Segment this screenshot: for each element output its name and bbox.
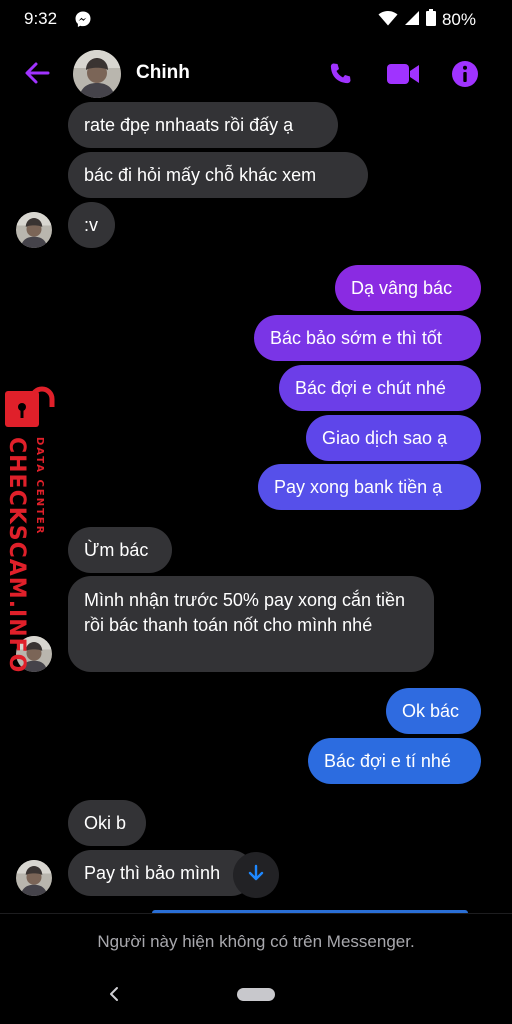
status-time: 9:32 (24, 9, 58, 28)
home-gesture-pill[interactable] (237, 988, 275, 1001)
contact-avatar-small[interactable] (16, 860, 52, 896)
incoming-message[interactable]: Mình nhận trước 50% pay xong cắn tiền rồ… (68, 576, 434, 672)
phone-icon[interactable] (326, 60, 354, 88)
nav-back-icon[interactable] (104, 984, 124, 1004)
incoming-message[interactable]: Pay thì bảo mình (68, 850, 254, 896)
watermark-tagline: DATA CENTER (34, 437, 45, 536)
video-camera-icon[interactable] (386, 61, 420, 87)
message-text: Giao dịch sao ạ (322, 427, 448, 448)
message-text: Pay xong bank tiền ạ (274, 476, 443, 497)
watermark-brand: CHECKSCAM.INFO (4, 437, 29, 674)
watermark: CHECKSCAM.INFO DATA CENTER (2, 385, 56, 673)
message-text: Bác bảo sớm e thì tốt (270, 327, 442, 348)
message-text: Oki b (84, 812, 127, 833)
message-text: Ok bác (402, 700, 460, 721)
status-icons: 80% (378, 9, 476, 31)
outgoing-message[interactable]: Dạ vâng bác (335, 265, 481, 311)
outgoing-message[interactable]: Pay xong bank tiền ạ (258, 464, 481, 510)
incoming-message[interactable]: Ừm bác (68, 527, 172, 573)
outgoing-message[interactable]: Bác đợi e tí nhé (308, 738, 481, 784)
outgoing-message[interactable]: Bác đợi e chút nhé (279, 365, 481, 411)
message-text: Dạ vâng bác (351, 277, 453, 298)
lock-icon (2, 385, 56, 431)
incoming-message[interactable]: bác đi hỏi mấy chỗ khác xem (68, 152, 368, 198)
messenger-icon (74, 10, 92, 28)
incoming-message[interactable]: :v (68, 202, 115, 248)
message-text: Mình nhận trước 50% pay xong cắn tiền rồ… (84, 590, 406, 635)
back-arrow-icon[interactable] (22, 58, 52, 88)
outgoing-message[interactable]: Giao dịch sao ạ (306, 415, 481, 461)
info-icon[interactable] (451, 60, 479, 88)
message-text: Ừm bác (84, 539, 149, 560)
conversation-header: Chinh (0, 44, 512, 104)
incoming-message[interactable]: rate đpẹ nnhaats rồi đấy ạ (68, 102, 338, 148)
message-text: :v (84, 214, 99, 235)
composer-area: Người này hiện không có trên Messenger. (0, 913, 512, 1024)
unavailable-notice: Người này hiện không có trên Messenger. (97, 932, 415, 951)
message-text: rate đpẹ nnhaats rồi đấy ạ (84, 114, 294, 135)
status-bar: 9:32 80% (0, 0, 512, 36)
outgoing-message[interactable]: Bác bảo sớm e thì tốt (254, 315, 481, 361)
battery-percent: 80% (441, 10, 476, 29)
contact-name[interactable]: Chinh (136, 62, 190, 84)
contact-avatar[interactable] (73, 50, 121, 98)
message-text: Bác đợi e chút nhé (295, 377, 446, 398)
wifi-icon (378, 10, 398, 31)
signal-icon (404, 10, 420, 31)
contact-avatar-small[interactable] (16, 212, 52, 248)
battery-icon (425, 9, 436, 31)
scroll-to-bottom-button[interactable] (233, 852, 279, 898)
arrow-down-icon (246, 863, 266, 888)
message-text: Bác đợi e tí nhé (324, 750, 451, 771)
incoming-message[interactable]: Oki b (68, 800, 146, 846)
message-text: Pay thì bảo mình (84, 862, 221, 883)
outgoing-message[interactable]: Ok bác (386, 688, 481, 734)
message-text: bác đi hỏi mấy chỗ khác xem (84, 164, 317, 185)
